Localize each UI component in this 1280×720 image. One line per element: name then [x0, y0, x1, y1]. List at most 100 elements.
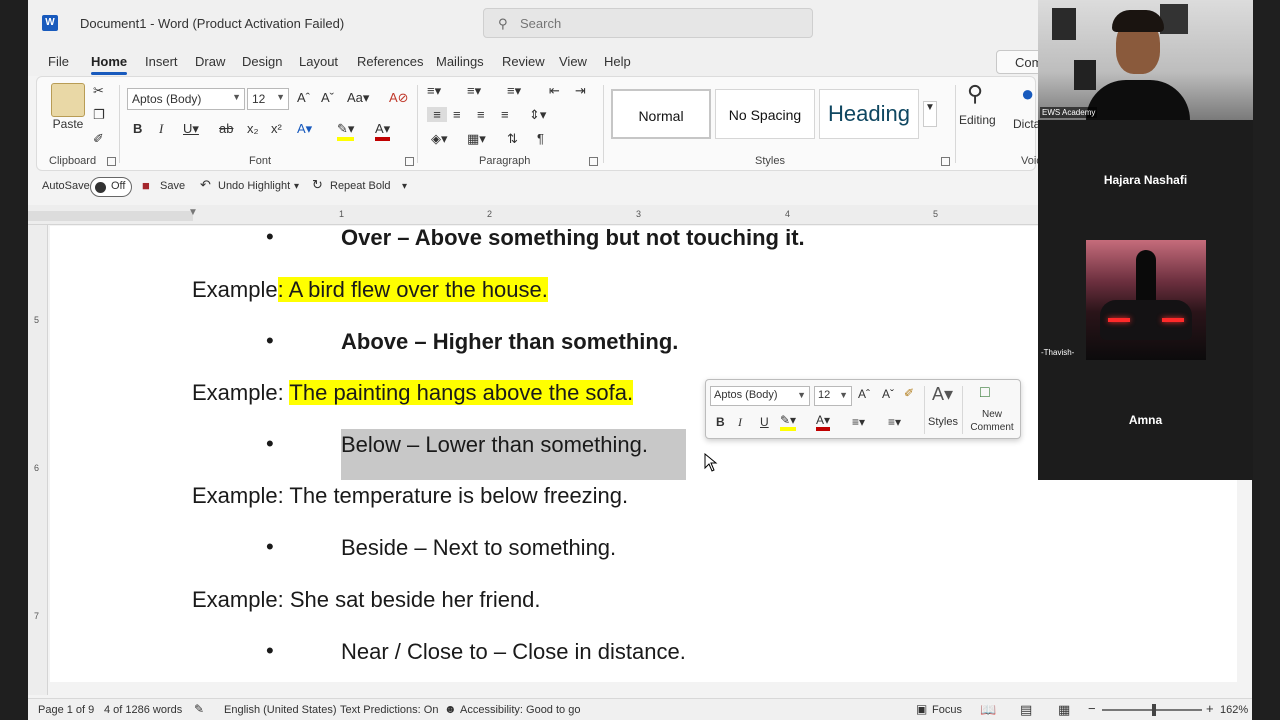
grow-font-icon[interactable]: Aˆ: [858, 387, 870, 401]
example-text[interactable]: Example: The temperature is below freezi…: [192, 483, 628, 509]
tab-view[interactable]: View: [559, 54, 587, 69]
font-color-icon[interactable]: A▾: [375, 121, 391, 141]
tab-home[interactable]: Home: [91, 54, 128, 75]
clipboard-launcher-icon[interactable]: [107, 157, 116, 166]
save-icon[interactable]: ■: [142, 178, 150, 193]
example-text[interactable]: Example: She sat beside her friend.: [192, 587, 541, 613]
horizontal-ruler[interactable]: 1 2 3 4 5 ▼: [28, 205, 1038, 225]
indent-marker-icon[interactable]: ▼: [188, 207, 198, 218]
tab-draw[interactable]: Draw: [195, 54, 225, 69]
shading-icon[interactable]: ◈▾: [431, 131, 448, 147]
zoom-slider-thumb[interactable]: [1152, 704, 1156, 716]
search-box[interactable]: ⚲: [483, 8, 813, 38]
italic-icon[interactable]: I: [738, 415, 742, 430]
web-layout-icon[interactable]: ▦: [1058, 702, 1070, 718]
example-text[interactable]: Example: The painting hangs above the so…: [192, 380, 634, 406]
styles-launcher-icon[interactable]: [941, 157, 950, 166]
mini-size-dropdown[interactable]: 12 ▼: [814, 386, 852, 406]
read-mode-icon[interactable]: 📖: [980, 702, 996, 718]
clear-formatting-icon[interactable]: A⊘: [389, 90, 409, 106]
new-comment-button[interactable]: New Comment: [966, 408, 1018, 434]
chevron-down-icon[interactable]: ▾: [294, 181, 299, 192]
search-input[interactable]: [520, 14, 800, 32]
editing-button[interactable]: Editing: [959, 113, 996, 127]
format-painter-icon[interactable]: ✐: [904, 386, 914, 400]
multilevel-list-icon[interactable]: ≡▾: [507, 83, 521, 99]
example-text[interactable]: Example: A bird flew over the house.: [192, 277, 548, 303]
font-color-icon[interactable]: A▾: [816, 413, 831, 431]
text-predictions[interactable]: Text Predictions: On: [340, 704, 438, 716]
superscript-icon[interactable]: x²: [271, 121, 282, 136]
strikethrough-icon[interactable]: ab: [219, 121, 233, 136]
tab-design[interactable]: Design: [242, 54, 282, 69]
tab-file[interactable]: File: [48, 54, 69, 69]
underline-icon[interactable]: U: [760, 415, 769, 429]
bullets-icon[interactable]: ≡▾: [427, 83, 441, 99]
styles-icon[interactable]: A▾: [932, 384, 953, 405]
tab-layout[interactable]: Layout: [299, 54, 338, 69]
justify-icon[interactable]: ≡: [501, 107, 509, 122]
italic-icon[interactable]: I: [159, 121, 163, 137]
bullet-text[interactable]: Over – Above something but not touching …: [341, 226, 805, 251]
copy-icon[interactable]: ❐: [93, 107, 105, 123]
underline-icon[interactable]: U▾: [183, 121, 199, 137]
cut-icon[interactable]: ✂: [93, 83, 104, 99]
focus-icon[interactable]: ▣: [916, 702, 927, 716]
new-comment-icon[interactable]: □: [980, 384, 990, 402]
accessibility-icon[interactable]: ☻: [444, 702, 457, 716]
numbering-icon[interactable]: ≡▾: [888, 415, 901, 429]
grow-font-icon[interactable]: Aˆ: [297, 90, 310, 105]
styles-more-icon[interactable]: ▼: [923, 101, 937, 127]
bullets-icon[interactable]: ≡▾: [852, 415, 865, 429]
text-effects-icon[interactable]: A▾: [297, 121, 312, 137]
bullet-text[interactable]: Above – Higher than something.: [341, 329, 678, 355]
paste-icon[interactable]: [51, 83, 85, 117]
bold-icon[interactable]: B: [716, 415, 725, 429]
undo-button[interactable]: Undo Highlight: [218, 180, 290, 192]
increase-indent-icon[interactable]: ⇥: [575, 83, 586, 99]
undo-icon[interactable]: ↶: [200, 177, 211, 193]
autosave-toggle[interactable]: Off: [90, 177, 132, 197]
tab-help[interactable]: Help: [604, 54, 631, 69]
change-case-icon[interactable]: Aa▾: [347, 90, 369, 106]
shrink-font-icon[interactable]: Aˇ: [882, 387, 894, 401]
tab-review[interactable]: Review: [502, 54, 545, 69]
shrink-font-icon[interactable]: Aˇ: [321, 90, 334, 105]
language[interactable]: English (United States): [224, 704, 337, 716]
sort-icon[interactable]: ⇅: [507, 131, 518, 147]
font-name-dropdown[interactable]: Aptos (Body) ▼: [127, 88, 245, 110]
style-heading[interactable]: Heading: [819, 89, 919, 139]
page-count[interactable]: Page 1 of 9: [38, 704, 94, 716]
tab-insert[interactable]: Insert: [145, 54, 178, 69]
borders-icon[interactable]: ▦▾: [467, 131, 486, 147]
customize-qat-icon[interactable]: ▾: [402, 181, 407, 192]
mini-font-dropdown[interactable]: Aptos (Body) ▼: [710, 386, 810, 406]
numbering-icon[interactable]: ≡▾: [467, 83, 481, 99]
align-left-icon[interactable]: ≡: [427, 107, 447, 122]
font-size-dropdown[interactable]: 12 ▼: [247, 88, 289, 110]
proofing-icon[interactable]: ✎: [194, 702, 204, 716]
tab-mailings[interactable]: Mailings: [436, 54, 484, 69]
zoom-out-icon[interactable]: −: [1088, 701, 1096, 716]
bullet-text-selected[interactable]: Below – Lower than something.: [341, 432, 648, 458]
highlight-color-icon[interactable]: ✎▾: [780, 413, 797, 431]
editing-icon[interactable]: ⚲: [967, 81, 983, 107]
save-button[interactable]: Save: [160, 180, 185, 192]
microphone-icon[interactable]: ●: [1021, 81, 1034, 107]
paragraph-launcher-icon[interactable]: [589, 157, 598, 166]
font-launcher-icon[interactable]: [405, 157, 414, 166]
bullet-text[interactable]: Beside – Next to something.: [341, 535, 616, 561]
repeat-button[interactable]: Repeat Bold: [330, 180, 391, 192]
paste-button[interactable]: Paste: [51, 117, 85, 131]
align-center-icon[interactable]: ≡: [453, 107, 461, 122]
tab-references[interactable]: References: [357, 54, 423, 69]
mini-styles-button[interactable]: Styles: [928, 416, 958, 428]
zoom-level[interactable]: 162%: [1220, 704, 1248, 716]
print-layout-icon[interactable]: ▤: [1020, 702, 1032, 718]
style-no-spacing[interactable]: No Spacing: [715, 89, 815, 139]
word-count[interactable]: 4 of 1286 words: [104, 704, 182, 716]
zoom-in-icon[interactable]: +: [1206, 701, 1214, 716]
bullet-text[interactable]: Near / Close to – Close in distance.: [341, 639, 686, 665]
line-spacing-icon[interactable]: ⇕▾: [529, 107, 546, 123]
style-normal[interactable]: Normal: [611, 89, 711, 139]
